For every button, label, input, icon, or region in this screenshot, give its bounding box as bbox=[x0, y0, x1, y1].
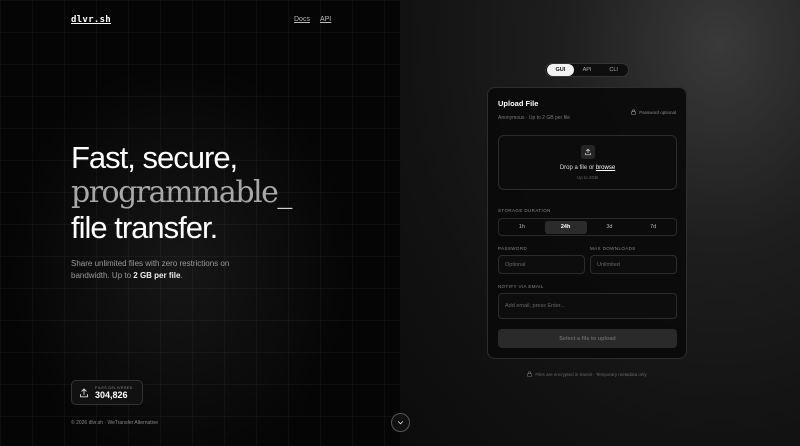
drop-prefix: Drop a file or bbox=[559, 165, 596, 171]
logo[interactable]: dlvr.sh bbox=[71, 15, 111, 25]
drop-instructions: Drop a file or browse bbox=[499, 165, 676, 171]
scroll-down-button[interactable] bbox=[391, 413, 410, 432]
browse-link[interactable]: browse bbox=[596, 165, 615, 171]
hero-title: Fast, secure, programmable_ file transfe… bbox=[71, 140, 292, 245]
counter-text: Files Delivered 304,826 bbox=[95, 386, 133, 400]
lock-icon bbox=[527, 371, 533, 377]
mode-switcher: GUI API CLI bbox=[545, 63, 629, 77]
upload-button-icon-box bbox=[581, 145, 595, 159]
upload-icon bbox=[80, 388, 88, 397]
chevron-down-icon bbox=[397, 421, 404, 425]
typing-cursor: _ bbox=[277, 175, 292, 210]
password-label: Password bbox=[498, 246, 528, 251]
upload-card-desc: Anonymous · Up to 2 GB per file bbox=[498, 115, 570, 121]
counter-label: Files Delivered bbox=[95, 385, 133, 390]
password-optional-hint: Password optional bbox=[631, 109, 676, 115]
duration-7d[interactable]: 7d bbox=[632, 221, 674, 234]
mode-gui[interactable]: GUI bbox=[547, 64, 574, 76]
counter-value: 304,826 bbox=[95, 389, 128, 400]
duration-1h[interactable]: 1h bbox=[501, 221, 543, 234]
notify-email-label: Notify via Email bbox=[498, 284, 544, 289]
hero-line-2: programmable_ bbox=[71, 175, 292, 210]
duration-3d[interactable]: 3d bbox=[589, 221, 631, 234]
nav-docs[interactable]: Docs bbox=[294, 16, 310, 23]
mode-cli[interactable]: CLI bbox=[600, 64, 627, 76]
encryption-note: Files are encrypted in transit · Tempora… bbox=[487, 371, 687, 377]
drop-size-limit: Up to 2GB bbox=[576, 175, 598, 180]
password-input[interactable] bbox=[498, 255, 585, 274]
password-optional-text: Password optional bbox=[639, 109, 676, 115]
upload-card-title: Upload File bbox=[498, 99, 539, 108]
hero-subtitle: Share unlimited files with zero restrict… bbox=[71, 258, 261, 282]
max-downloads-input[interactable] bbox=[590, 255, 677, 274]
storage-duration-selector: 1h 24h 3d 7d bbox=[498, 218, 677, 236]
encryption-note-text: Files are encrypted in transit · Tempora… bbox=[535, 371, 647, 377]
upload-icon bbox=[585, 148, 591, 156]
footer-copyright: © 2026 dlvr.sh · WeTransfer Alternative bbox=[71, 420, 159, 426]
hero-line-1: Fast, secure, bbox=[71, 140, 238, 175]
storage-duration-label: Storage Duration bbox=[498, 208, 551, 213]
duration-24h[interactable]: 24h bbox=[544, 220, 587, 234]
notify-email-input[interactable] bbox=[498, 293, 677, 319]
top-nav: Docs API bbox=[294, 16, 331, 23]
hero-subtitle-end: . bbox=[180, 271, 183, 280]
mode-api[interactable]: API bbox=[574, 64, 601, 76]
upload-submit-button[interactable]: Select a file to upload bbox=[498, 329, 677, 348]
nav-api[interactable]: API bbox=[320, 16, 331, 23]
hero-line-3: file transfer. bbox=[71, 210, 218, 245]
max-downloads-label: Max Downloads bbox=[590, 246, 636, 251]
files-delivered-counter: Files Delivered 304,826 bbox=[71, 380, 143, 405]
hero-subtitle-bold: 2 GB per file bbox=[133, 271, 181, 280]
file-drop-zone[interactable]: Drop a file or browse Up to 2GB bbox=[498, 135, 677, 190]
lock-icon bbox=[631, 109, 636, 115]
hero-line-2-text: programmable bbox=[71, 175, 279, 210]
upload-card: Upload File Anonymous · Up to 2 GB per f… bbox=[487, 87, 687, 359]
